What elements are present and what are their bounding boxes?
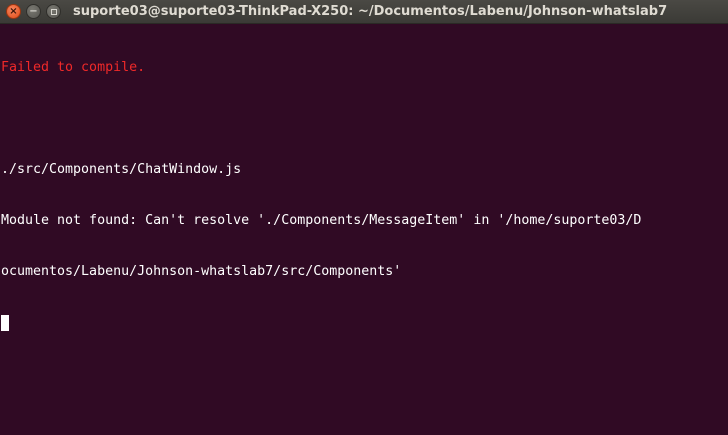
minimize-icon: − <box>29 5 38 17</box>
minimize-button[interactable]: − <box>26 4 41 19</box>
file-path-line: ./src/Components/ChatWindow.js <box>1 162 242 177</box>
close-button[interactable]: × <box>6 4 21 19</box>
title-bar[interactable]: × − suporte03@suporte03-ThinkPad-X250: ~… <box>0 0 728 24</box>
module-error-line-continued: ocumentos/Labenu/Johnson-whatslab7/src/C… <box>1 264 402 279</box>
cursor-line <box>1 314 728 331</box>
terminal-window: × − suporte03@suporte03-ThinkPad-X250: ~… <box>0 0 728 435</box>
close-icon: × <box>9 5 18 17</box>
error-line: Failed to compile. <box>1 60 146 75</box>
module-error-line: Module not found: Can't resolve './Compo… <box>1 213 642 228</box>
terminal-output[interactable]: Failed to compile. ./src/Components/Chat… <box>0 25 728 435</box>
text-cursor <box>1 315 9 331</box>
maximize-icon <box>50 8 57 15</box>
window-title: suporte03@suporte03-ThinkPad-X250: ~/Doc… <box>73 4 668 19</box>
maximize-button[interactable] <box>46 4 61 19</box>
